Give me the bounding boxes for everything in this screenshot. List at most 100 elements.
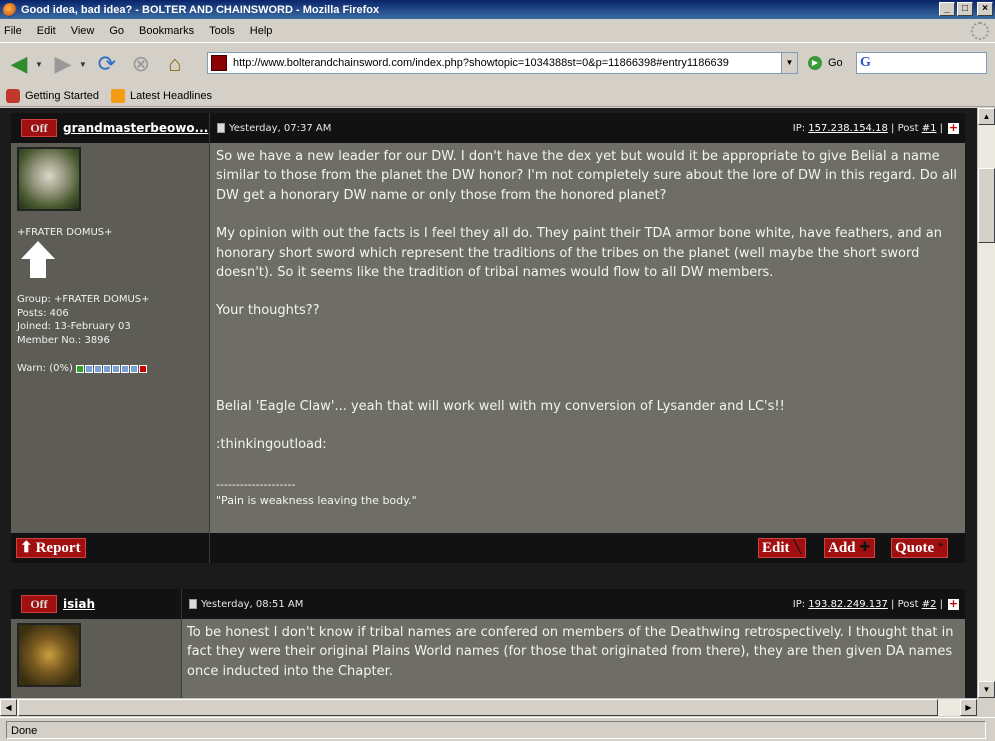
stop-icon[interactable]: ⊗ [127, 50, 155, 78]
menu-file[interactable]: File [4, 25, 22, 37]
post-header: Off grandmasterbeowo... Yesterday, 07:37… [11, 113, 965, 143]
offline-badge: Off [21, 119, 57, 137]
url-text: http://www.bolterandchainsword.com/index… [233, 57, 729, 69]
home-icon[interactable]: ⌂ [161, 50, 189, 78]
post-datetime: Yesterday, 07:37 AM [217, 123, 331, 134]
post-number-link[interactable]: #2 [922, 599, 937, 610]
forward-arrow-icon[interactable]: ▶ [49, 50, 77, 78]
menu-help[interactable]: Help [250, 25, 273, 37]
throbber-icon [971, 22, 989, 40]
ip-label: IP: [792, 122, 806, 134]
add-plus-icon[interactable]: + [948, 598, 959, 610]
up-arrow-stem [30, 258, 46, 278]
signature-rule: -------------------- [216, 477, 296, 491]
vertical-scrollbar[interactable]: ▲ ▼ [977, 108, 995, 698]
post-paragraph: So we have a new leader for our DW. I do… [216, 149, 958, 203]
page-content: Off grandmasterbeowo... Yesterday, 07:37… [0, 108, 977, 698]
member-stats: Group: +FRATER DOMUS+ Posts: 406 Joined:… [17, 293, 150, 347]
ip-link[interactable]: 157.238.154.18 [808, 123, 888, 134]
maximize-button[interactable]: □ [957, 2, 973, 16]
member-joined: Joined: 13-February 03 [17, 321, 131, 332]
warn-cell [93, 364, 102, 373]
post-number-link[interactable]: #1 [922, 123, 937, 134]
edit-icon: ╲ [793, 540, 802, 555]
scroll-up-icon[interactable]: ▲ [978, 108, 995, 125]
search-input[interactable]: G [856, 52, 987, 74]
scroll-down-icon[interactable]: ▼ [978, 681, 995, 698]
scroll-left-icon[interactable]: ◀ [0, 699, 17, 716]
bookmarks-toolbar: Getting Started Latest Headlines [0, 85, 995, 107]
forward-dropdown-icon[interactable]: ▼ [79, 60, 87, 69]
forum-post: Off grandmasterbeowo... Yesterday, 07:37… [11, 113, 965, 563]
add-cross-icon: ✚ [859, 540, 871, 555]
site-favicon-icon [211, 55, 227, 71]
minimize-button[interactable]: _ [939, 2, 955, 16]
member-group: Group: +FRATER DOMUS+ [17, 294, 150, 305]
bookmark-label: Latest Headlines [130, 89, 212, 102]
menu-bookmarks[interactable]: Bookmarks [139, 25, 194, 37]
post-link-icon[interactable] [217, 123, 225, 133]
reload-icon[interactable]: ⟳ [93, 50, 121, 78]
post-body: To be honest I don't know if tribal name… [11, 619, 965, 698]
datetime-text: Yesterday, 07:37 AM [229, 122, 332, 134]
status-text: Done [6, 720, 986, 739]
quote-icon: ❞ [938, 543, 944, 553]
quote-button[interactable]: Quote ❞ [891, 538, 949, 558]
post-author-link[interactable]: grandmasterbeowo... [63, 121, 208, 135]
scroll-thumb[interactable] [18, 699, 938, 716]
warn-cell [120, 364, 129, 373]
member-post-count: Posts: 406 [17, 307, 69, 319]
add-button[interactable]: Add ✚ [824, 538, 876, 558]
post-ip-info: IP: 157.238.154.18 | Post #1 | + [792, 120, 959, 134]
post-link-icon[interactable] [189, 599, 197, 609]
go-button[interactable]: ▶ Go [808, 56, 843, 70]
firefox-icon [3, 2, 17, 17]
bookmark-getting-started[interactable]: Getting Started [6, 88, 99, 103]
edit-label: Edit [762, 540, 790, 556]
warn-cell [75, 364, 84, 373]
warn-meter [75, 364, 148, 373]
post-ip-info: IP: 193.82.249.137 | Post #2 | + [792, 596, 959, 610]
header-divider [181, 589, 182, 619]
warn-cell [84, 364, 93, 373]
menu-tools[interactable]: Tools [209, 25, 235, 37]
status-bar: Done [0, 717, 995, 741]
quote-label: Quote [895, 540, 935, 556]
scroll-thumb[interactable] [978, 168, 995, 243]
up-arrow-icon [21, 241, 55, 259]
bookmark-latest-headlines[interactable]: Latest Headlines [111, 88, 212, 103]
horizontal-scrollbar[interactable]: ◀ ▶ [0, 698, 977, 716]
post-author-link[interactable]: isiah [63, 597, 95, 611]
post-paragraph: To be honest I don't know if tribal name… [187, 625, 954, 679]
window-title: Good idea, bad idea? - BOLTER AND CHAINS… [21, 3, 380, 16]
post-label: Post [897, 598, 919, 610]
post-paragraph: Your thoughts?? [216, 303, 320, 319]
close-button[interactable]: × [977, 2, 993, 16]
member-title: +FRATER DOMUS+ [17, 227, 113, 238]
ip-link[interactable]: 193.82.249.137 [808, 599, 888, 610]
forum-post: Off isiah Yesterday, 08:51 AM IP: 193.82… [11, 589, 965, 698]
go-arrow-icon: ▶ [808, 56, 822, 70]
url-dropdown-icon[interactable]: ▼ [781, 53, 797, 73]
add-plus-icon[interactable]: + [948, 122, 959, 134]
edit-button[interactable]: Edit ╲ [758, 538, 807, 558]
report-button[interactable]: ⬆ Report [16, 538, 86, 558]
url-bar[interactable]: http://www.bolterandchainsword.com/index… [207, 52, 798, 74]
report-label: Report [35, 540, 81, 556]
bookmark-icon [6, 88, 20, 103]
menu-view[interactable]: View [71, 25, 95, 37]
go-label: Go [828, 57, 843, 69]
post-content: So we have a new leader for our DW. I do… [216, 147, 961, 509]
back-dropdown-icon[interactable]: ▼ [35, 60, 43, 69]
menu-go[interactable]: Go [109, 25, 124, 37]
menu-bar: File Edit View Go Bookmarks Tools Help [0, 19, 995, 43]
author-sidebar [11, 619, 182, 698]
post-paragraph: My opinion with out the facts is I feel … [216, 226, 943, 281]
google-icon: G [860, 55, 871, 70]
author-sidebar: +FRATER DOMUS+ Group: +FRATER DOMUS+ Pos… [11, 143, 210, 533]
menu-edit[interactable]: Edit [37, 25, 56, 37]
report-arrow-icon: ⬆ [20, 540, 33, 556]
scroll-right-icon[interactable]: ▶ [960, 699, 977, 716]
footer-divider [209, 533, 210, 563]
back-arrow-icon[interactable]: ◀ [5, 50, 33, 78]
